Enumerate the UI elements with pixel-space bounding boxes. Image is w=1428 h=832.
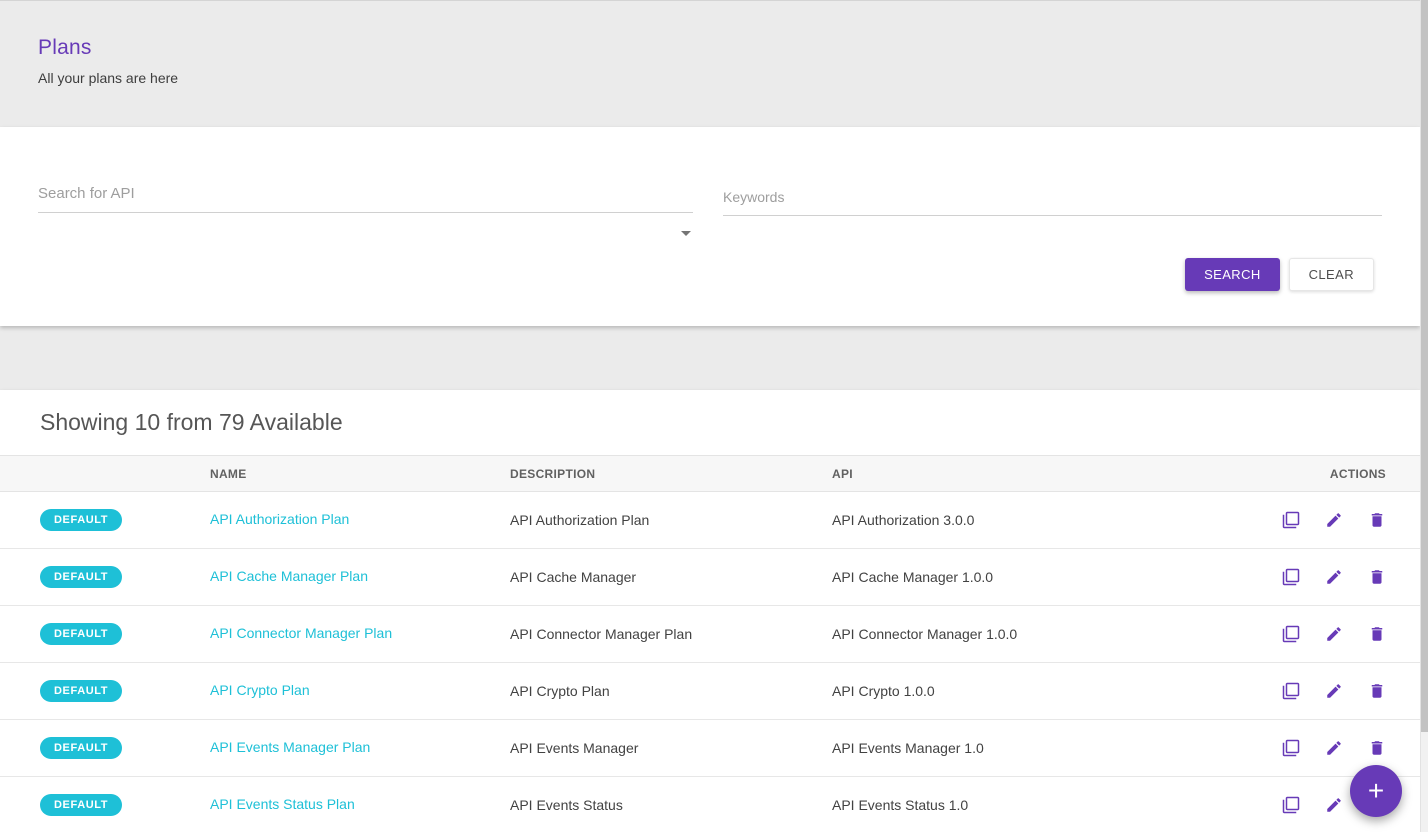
trash-icon[interactable] bbox=[1368, 682, 1386, 700]
plan-api: API Crypto 1.0.0 bbox=[832, 683, 1262, 699]
status-badge: DEFAULT bbox=[40, 623, 122, 645]
plan-api: API Events Manager 1.0 bbox=[832, 740, 1262, 756]
table-header-row: NAME DESCRIPTION API ACTIONS bbox=[0, 455, 1420, 492]
plan-name-link[interactable]: API Events Status Plan bbox=[210, 796, 355, 812]
plan-description: API Crypto Plan bbox=[510, 683, 832, 699]
trash-icon[interactable] bbox=[1368, 739, 1386, 757]
copy-icon[interactable] bbox=[1282, 739, 1300, 757]
edit-pencil-icon[interactable] bbox=[1325, 625, 1343, 643]
trash-icon[interactable] bbox=[1368, 625, 1386, 643]
plan-api: API Cache Manager 1.0.0 bbox=[832, 569, 1262, 585]
page-header: Plans All your plans are here bbox=[0, 0, 1428, 127]
section-gap bbox=[0, 326, 1428, 390]
keywords-field[interactable] bbox=[723, 183, 1382, 216]
status-badge: DEFAULT bbox=[40, 509, 122, 531]
edit-pencil-icon[interactable] bbox=[1325, 739, 1343, 757]
status-badge: DEFAULT bbox=[40, 680, 122, 702]
plan-description: API Cache Manager bbox=[510, 569, 832, 585]
keywords-input[interactable] bbox=[723, 183, 1382, 216]
copy-icon[interactable] bbox=[1282, 682, 1300, 700]
column-header-name: NAME bbox=[210, 467, 510, 481]
plan-description: API Events Manager bbox=[510, 740, 832, 756]
page-title: Plans bbox=[38, 36, 1428, 60]
scrollbar[interactable] bbox=[1420, 0, 1428, 832]
plan-name-link[interactable]: API Crypto Plan bbox=[210, 682, 310, 698]
results-summary: Showing 10 from 79 Available bbox=[0, 390, 1420, 455]
table-row: DEFAULT API Events Status Plan API Event… bbox=[0, 777, 1420, 832]
column-header-actions: ACTIONS bbox=[1330, 467, 1420, 481]
edit-pencil-icon[interactable] bbox=[1325, 796, 1343, 814]
plan-name-link[interactable]: API Authorization Plan bbox=[210, 511, 349, 527]
copy-icon[interactable] bbox=[1282, 625, 1300, 643]
copy-icon[interactable] bbox=[1282, 511, 1300, 529]
status-badge: DEFAULT bbox=[40, 737, 122, 759]
trash-icon[interactable] bbox=[1368, 511, 1386, 529]
table-row: DEFAULT API Crypto Plan API Crypto Plan … bbox=[0, 663, 1420, 720]
column-header-api: API bbox=[832, 467, 1262, 481]
status-badge: DEFAULT bbox=[40, 566, 122, 588]
plan-name-link[interactable]: API Cache Manager Plan bbox=[210, 568, 368, 584]
plan-api: API Authorization 3.0.0 bbox=[832, 512, 1262, 528]
copy-icon[interactable] bbox=[1282, 568, 1300, 586]
api-select-field[interactable] bbox=[38, 179, 693, 213]
search-button[interactable]: SEARCH bbox=[1185, 258, 1280, 291]
chevron-down-icon[interactable] bbox=[681, 231, 691, 236]
plan-description: API Authorization Plan bbox=[510, 512, 832, 528]
status-badge: DEFAULT bbox=[40, 794, 122, 816]
search-panel: SEARCH CLEAR bbox=[0, 127, 1420, 326]
results-panel: Showing 10 from 79 Available NAME DESCRI… bbox=[0, 390, 1420, 832]
scrollbar-thumb[interactable] bbox=[1421, 0, 1428, 732]
edit-pencil-icon[interactable] bbox=[1325, 511, 1343, 529]
table-row: DEFAULT API Cache Manager Plan API Cache… bbox=[0, 549, 1420, 606]
api-search-input[interactable] bbox=[38, 179, 693, 213]
edit-pencil-icon[interactable] bbox=[1325, 682, 1343, 700]
page-subtitle: All your plans are here bbox=[38, 70, 1428, 86]
plan-name-link[interactable]: API Events Manager Plan bbox=[210, 739, 370, 755]
trash-icon[interactable] bbox=[1368, 568, 1386, 586]
edit-pencil-icon[interactable] bbox=[1325, 568, 1343, 586]
plan-api: API Connector Manager 1.0.0 bbox=[832, 626, 1262, 642]
clear-button[interactable]: CLEAR bbox=[1289, 258, 1374, 291]
column-header-description: DESCRIPTION bbox=[510, 467, 832, 481]
copy-icon[interactable] bbox=[1282, 796, 1300, 814]
plan-name-link[interactable]: API Connector Manager Plan bbox=[210, 625, 392, 641]
plan-description: API Connector Manager Plan bbox=[510, 626, 832, 642]
table-row: DEFAULT API Authorization Plan API Autho… bbox=[0, 492, 1420, 549]
table-row: DEFAULT API Events Manager Plan API Even… bbox=[0, 720, 1420, 777]
search-buttons: SEARCH CLEAR bbox=[1185, 258, 1374, 291]
add-plan-fab[interactable]: + bbox=[1350, 765, 1402, 817]
plan-api: API Events Status 1.0 bbox=[832, 797, 1262, 813]
plan-description: API Events Status bbox=[510, 797, 832, 813]
table-row: DEFAULT API Connector Manager Plan API C… bbox=[0, 606, 1420, 663]
top-border bbox=[0, 0, 1428, 1]
